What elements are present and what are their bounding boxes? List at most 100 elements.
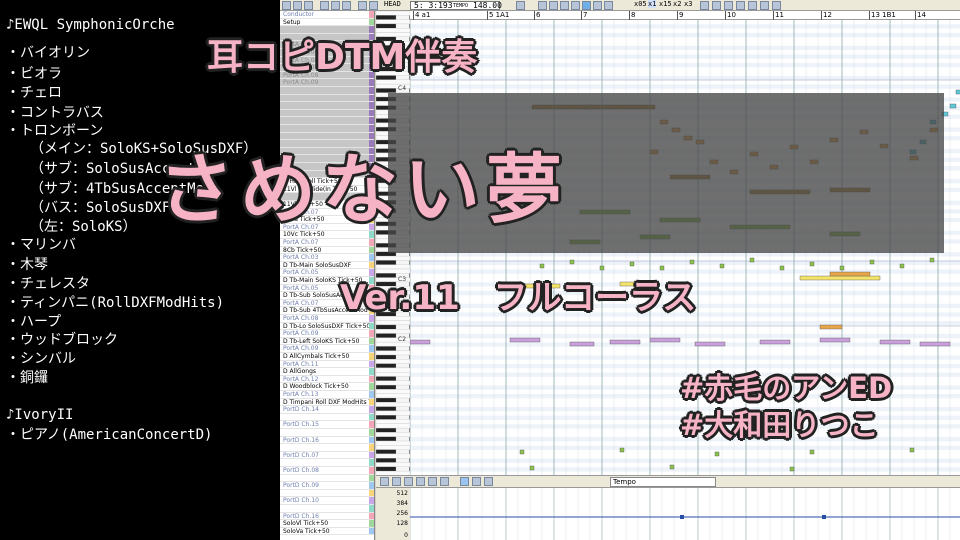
- white-key[interactable]: [375, 393, 411, 399]
- midi-note[interactable]: [829, 271, 871, 277]
- track-row[interactable]: PortA Ch.09: [280, 345, 374, 353]
- play-icon[interactable]: [582, 1, 591, 10]
- black-key[interactable]: [375, 449, 397, 455]
- zoom-x05[interactable]: x05: [634, 0, 647, 8]
- fast-forward-icon[interactable]: [593, 1, 602, 10]
- track-row[interactable]: PortA Ch.11: [280, 360, 374, 369]
- midi-note[interactable]: [929, 257, 935, 263]
- midi-note[interactable]: [629, 261, 635, 267]
- midi-note[interactable]: [649, 337, 681, 343]
- track-row[interactable]: [280, 444, 374, 452]
- midi-note[interactable]: [539, 263, 545, 269]
- midi-note[interactable]: [669, 464, 675, 470]
- midi-note[interactable]: [410, 339, 431, 345]
- black-key[interactable]: [375, 384, 397, 390]
- rect-select-icon[interactable]: [472, 477, 481, 486]
- track-row[interactable]: Setup: [280, 18, 374, 27]
- black-key[interactable]: [375, 436, 397, 442]
- zoom-x2[interactable]: x2: [673, 0, 681, 8]
- copy-icon[interactable]: [331, 1, 340, 10]
- track-row[interactable]: 8Cb Tick+50: [280, 246, 374, 255]
- track-row[interactable]: Conductor: [280, 11, 374, 19]
- track-row[interactable]: D Woodblock Tick+50: [280, 383, 374, 391]
- black-key[interactable]: [375, 260, 397, 265]
- black-key[interactable]: [375, 324, 397, 330]
- white-key[interactable]: [375, 320, 411, 326]
- line-tool-icon[interactable]: [392, 477, 401, 486]
- white-key[interactable]: [375, 445, 411, 450]
- white-key[interactable]: [375, 419, 411, 424]
- paste-icon[interactable]: [342, 1, 351, 10]
- black-key[interactable]: [375, 427, 397, 433]
- new-file-icon[interactable]: [282, 1, 291, 10]
- tool-icon[interactable]: [712, 1, 721, 10]
- white-key[interactable]: [375, 10, 411, 16]
- black-key[interactable]: [375, 333, 397, 338]
- white-key[interactable]: [375, 380, 411, 386]
- fast-rewind-icon[interactable]: [571, 1, 580, 10]
- controller-select[interactable]: Tempo: [610, 477, 716, 487]
- midi-note[interactable]: [799, 275, 881, 281]
- white-key[interactable]: [375, 389, 411, 394]
- track-row[interactable]: SoloVl Tick+50: [280, 520, 374, 528]
- white-key[interactable]: [375, 453, 411, 459]
- track-row[interactable]: PortD Ch.14: [280, 406, 374, 414]
- black-key[interactable]: [375, 466, 397, 472]
- track-row[interactable]: PortD Ch.07: [280, 451, 374, 460]
- track-row[interactable]: [280, 102, 374, 110]
- midi-note[interactable]: [519, 449, 525, 455]
- open-file-icon[interactable]: [293, 1, 302, 10]
- tool-icon[interactable]: [700, 1, 709, 10]
- track-row[interactable]: PortA Ch.09: [280, 79, 374, 87]
- track-row[interactable]: D Tb-Lo SoloSusDXF Tick+50: [280, 322, 374, 331]
- white-key[interactable]: [375, 255, 411, 261]
- white-key[interactable]: [375, 367, 411, 373]
- white-key[interactable]: [375, 79, 411, 85]
- black-key[interactable]: [375, 415, 397, 420]
- midi-note[interactable]: [609, 339, 641, 345]
- track-row[interactable]: [280, 94, 374, 103]
- track-row[interactable]: D Tb-Main SoloSusDXF: [280, 261, 374, 270]
- stop-icon[interactable]: [549, 1, 558, 10]
- zoom-x3[interactable]: x3: [684, 0, 692, 8]
- undo-icon[interactable]: [358, 1, 367, 10]
- black-key[interactable]: [375, 397, 397, 403]
- track-row[interactable]: [280, 505, 374, 513]
- end-icon[interactable]: [604, 1, 613, 10]
- midi-note[interactable]: [839, 265, 845, 271]
- track-row[interactable]: D Tb-Left SoloKS Tick+50: [280, 337, 374, 346]
- curve-tool-icon[interactable]: [440, 477, 449, 486]
- track-row[interactable]: [280, 87, 374, 95]
- midi-note[interactable]: [569, 341, 595, 347]
- midi-note[interactable]: [819, 337, 851, 343]
- black-key[interactable]: [375, 15, 397, 20]
- white-key[interactable]: [375, 350, 411, 356]
- track-row[interactable]: D AllCymbals Tick+50: [280, 353, 374, 361]
- midi-note[interactable]: [869, 259, 875, 265]
- midi-note[interactable]: [714, 451, 720, 457]
- white-key[interactable]: [375, 359, 411, 364]
- track-row[interactable]: PortD Ch.15: [280, 421, 374, 429]
- white-key[interactable]: [375, 372, 411, 377]
- midi-note[interactable]: [955, 89, 960, 95]
- track-row[interactable]: PortA Ch.07: [280, 239, 374, 247]
- tool-icon[interactable]: [748, 1, 757, 10]
- midi-note[interactable]: [909, 447, 915, 453]
- track-row[interactable]: PortD Ch.10: [280, 497, 374, 505]
- midi-note[interactable]: [569, 259, 575, 265]
- zoom-x1[interactable]: x1: [648, 0, 657, 8]
- controller-lane[interactable]: [409, 488, 960, 540]
- midi-note[interactable]: [949, 103, 957, 109]
- black-key[interactable]: [375, 354, 397, 360]
- rewind-icon[interactable]: [538, 1, 547, 10]
- select-tool-icon[interactable]: [460, 477, 469, 486]
- black-key[interactable]: [375, 376, 397, 381]
- black-key[interactable]: [375, 363, 397, 369]
- track-row[interactable]: PortD Ch.08: [280, 467, 374, 475]
- midi-note[interactable]: [759, 339, 791, 345]
- curve-tool-icon[interactable]: [428, 477, 437, 486]
- track-row[interactable]: D AllGongs: [280, 368, 374, 376]
- track-row[interactable]: PortA Ch.09: [280, 330, 374, 338]
- track-row[interactable]: [280, 117, 374, 125]
- tool-icon[interactable]: [736, 1, 745, 10]
